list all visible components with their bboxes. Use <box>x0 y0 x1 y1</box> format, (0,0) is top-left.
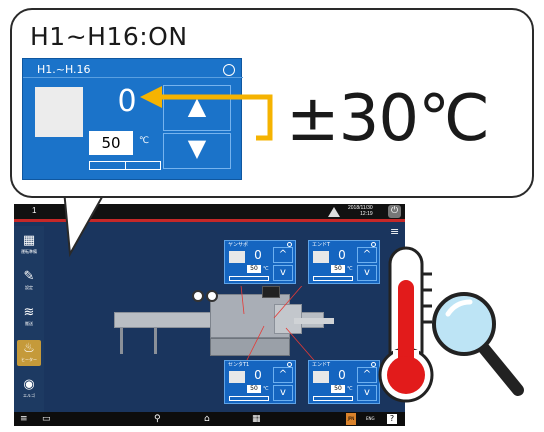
language-jpn-button[interactable]: JPN <box>346 413 356 425</box>
datetime: 2018/11/30 12:19 <box>348 205 373 217</box>
sensor-widget-3: センタT1 0 50 ℃ ^ v <box>224 360 296 404</box>
magnifier-icon <box>432 292 524 396</box>
unit-label: ℃ <box>347 266 353 272</box>
time-text: 12:19 <box>360 211 373 217</box>
level-bar <box>313 396 353 401</box>
decrease-button[interactable]: v <box>273 265 293 281</box>
sensor-image <box>229 251 245 263</box>
sensor-label: ヤンサポ <box>228 242 249 248</box>
nav-item-ergo[interactable]: ◉ エルゴ <box>17 376 41 402</box>
setpoint-input[interactable]: 50 <box>331 265 345 273</box>
bubble-tail <box>62 190 108 258</box>
nav-label: 設定 <box>25 285 33 290</box>
nav-item-preparation[interactable]: ▦ 運転準備 <box>17 232 41 258</box>
divider <box>23 77 243 78</box>
sensor-image <box>229 371 245 383</box>
tolerance-text: ±30℃ <box>286 82 490 156</box>
bottom-toolbar: ≡ ▭ ⚲ ⌂ ▦ JPN ENG ? <box>14 412 405 426</box>
sensor-label: センタT1 <box>228 362 250 368</box>
decrease-button[interactable]: v <box>273 385 293 401</box>
increase-button[interactable]: ^ <box>273 247 293 263</box>
level-bar <box>313 276 353 281</box>
power-icon[interactable]: ⏻ <box>388 205 401 218</box>
current-temperature: 0 <box>338 248 346 262</box>
nav-label: エルゴ <box>23 393 35 398</box>
heater-image <box>35 87 83 137</box>
hamburger-menu-icon[interactable]: ≡ <box>390 226 399 237</box>
current-temperature: 0 <box>338 368 346 382</box>
level-bar <box>89 161 161 170</box>
sensor-leader-lines <box>240 286 320 366</box>
unit-label: ℃ <box>347 386 353 392</box>
setpoint-input[interactable]: 50 <box>331 385 345 393</box>
level-tick <box>125 161 126 170</box>
nav-label: ヒーター <box>21 357 37 362</box>
machine-illustration <box>114 286 334 366</box>
thermometer-icon <box>378 246 524 403</box>
tool-icon[interactable]: ⚲ <box>154 413 161 425</box>
callout-title: H1~H16:ON <box>30 22 188 51</box>
monitor-icon[interactable]: ▭ <box>42 413 51 425</box>
left-nav: ▦ 運転準備 ✎ 設定 ≋ 搬送 ♨ ヒーター ◉ エルゴ <box>14 226 44 414</box>
setpoint-input[interactable]: 50 <box>89 131 133 155</box>
nav-item-heater[interactable]: ♨ ヒーター <box>17 340 41 366</box>
grid-icon[interactable]: ▦ <box>252 413 261 425</box>
nav-item-conveyor[interactable]: ≋ 搬送 <box>17 304 41 330</box>
sensor-image <box>313 371 329 383</box>
settings-icon: ✎ <box>23 269 35 284</box>
unit-label: ℃ <box>263 386 269 392</box>
panel-title: H1.~H.16 <box>37 63 91 76</box>
sensor-widget-1: ヤンサポ 0 50 ℃ ^ v <box>224 240 296 284</box>
conveyor-icon: ≋ <box>23 305 35 320</box>
status-indicator-icon <box>223 64 235 76</box>
nav-label: 運転準備 <box>21 249 37 254</box>
current-temperature: 0 <box>254 248 262 262</box>
heater-icon: ♨ <box>23 341 35 356</box>
level-bar <box>229 276 269 281</box>
setpoint-input[interactable]: 50 <box>247 265 261 273</box>
preparation-icon: ▦ <box>22 233 36 248</box>
warning-icon[interactable] <box>328 207 340 217</box>
nav-label: 搬送 <box>25 321 33 326</box>
increase-button[interactable]: ^ <box>273 367 293 383</box>
setpoint-input[interactable]: 50 <box>247 385 261 393</box>
current-temperature: 0 <box>254 368 262 382</box>
menu-icon[interactable]: ≡ <box>20 413 28 425</box>
sensor-label: エンドT <box>312 362 331 368</box>
tolerance-bracket <box>140 86 273 141</box>
nav-item-settings[interactable]: ✎ 設定 <box>17 268 41 294</box>
unit-label: ℃ <box>263 266 269 272</box>
screen-index: 1 <box>32 206 37 215</box>
sensor-image <box>313 251 329 263</box>
ergo-icon: ◉ <box>23 377 35 392</box>
sensor-label: エンドT <box>312 242 331 248</box>
level-bar <box>229 396 269 401</box>
home-icon[interactable]: ⌂ <box>204 413 210 425</box>
